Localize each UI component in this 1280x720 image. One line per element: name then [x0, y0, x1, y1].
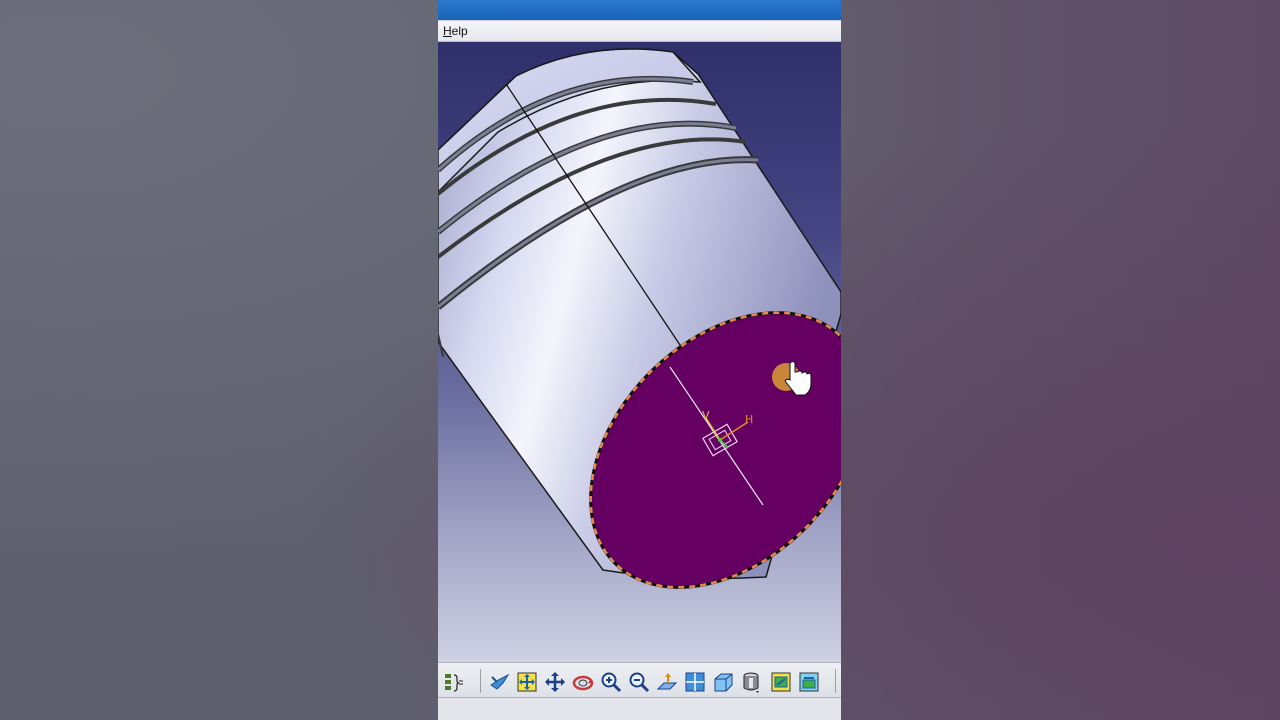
- view-toolbar: [438, 662, 841, 698]
- isometric-view-icon[interactable]: [712, 671, 734, 693]
- menu-bar: Help: [438, 20, 841, 42]
- piston-model: H V: [438, 48, 841, 589]
- pan-icon[interactable]: [544, 671, 566, 693]
- zoom-in-icon[interactable]: [600, 671, 622, 693]
- status-bar: [438, 698, 841, 720]
- fit-all-in-icon[interactable]: [516, 671, 538, 693]
- hide-show-icon[interactable]: [770, 671, 792, 693]
- multi-view-icon[interactable]: [684, 671, 706, 693]
- catia-window: Help H V: [438, 0, 841, 720]
- toolbar-separator: [835, 669, 836, 693]
- 3d-viewport[interactable]: H V: [438, 42, 841, 662]
- menu-help[interactable]: Help: [443, 24, 468, 38]
- title-bar: [438, 0, 841, 20]
- toolbar-separator: [480, 669, 481, 693]
- rotate-icon[interactable]: [572, 671, 594, 693]
- shading-mode-icon[interactable]: [740, 671, 762, 693]
- specification-tree-icon[interactable]: [442, 671, 464, 693]
- zoom-out-icon[interactable]: [628, 671, 650, 693]
- sketch-axis-v-label: V: [702, 409, 710, 422]
- fly-mode-icon[interactable]: [488, 671, 510, 693]
- sketch-axis-h-label: H: [745, 413, 753, 426]
- swap-visible-space-icon[interactable]: [798, 671, 820, 693]
- normal-view-icon[interactable]: [656, 671, 678, 693]
